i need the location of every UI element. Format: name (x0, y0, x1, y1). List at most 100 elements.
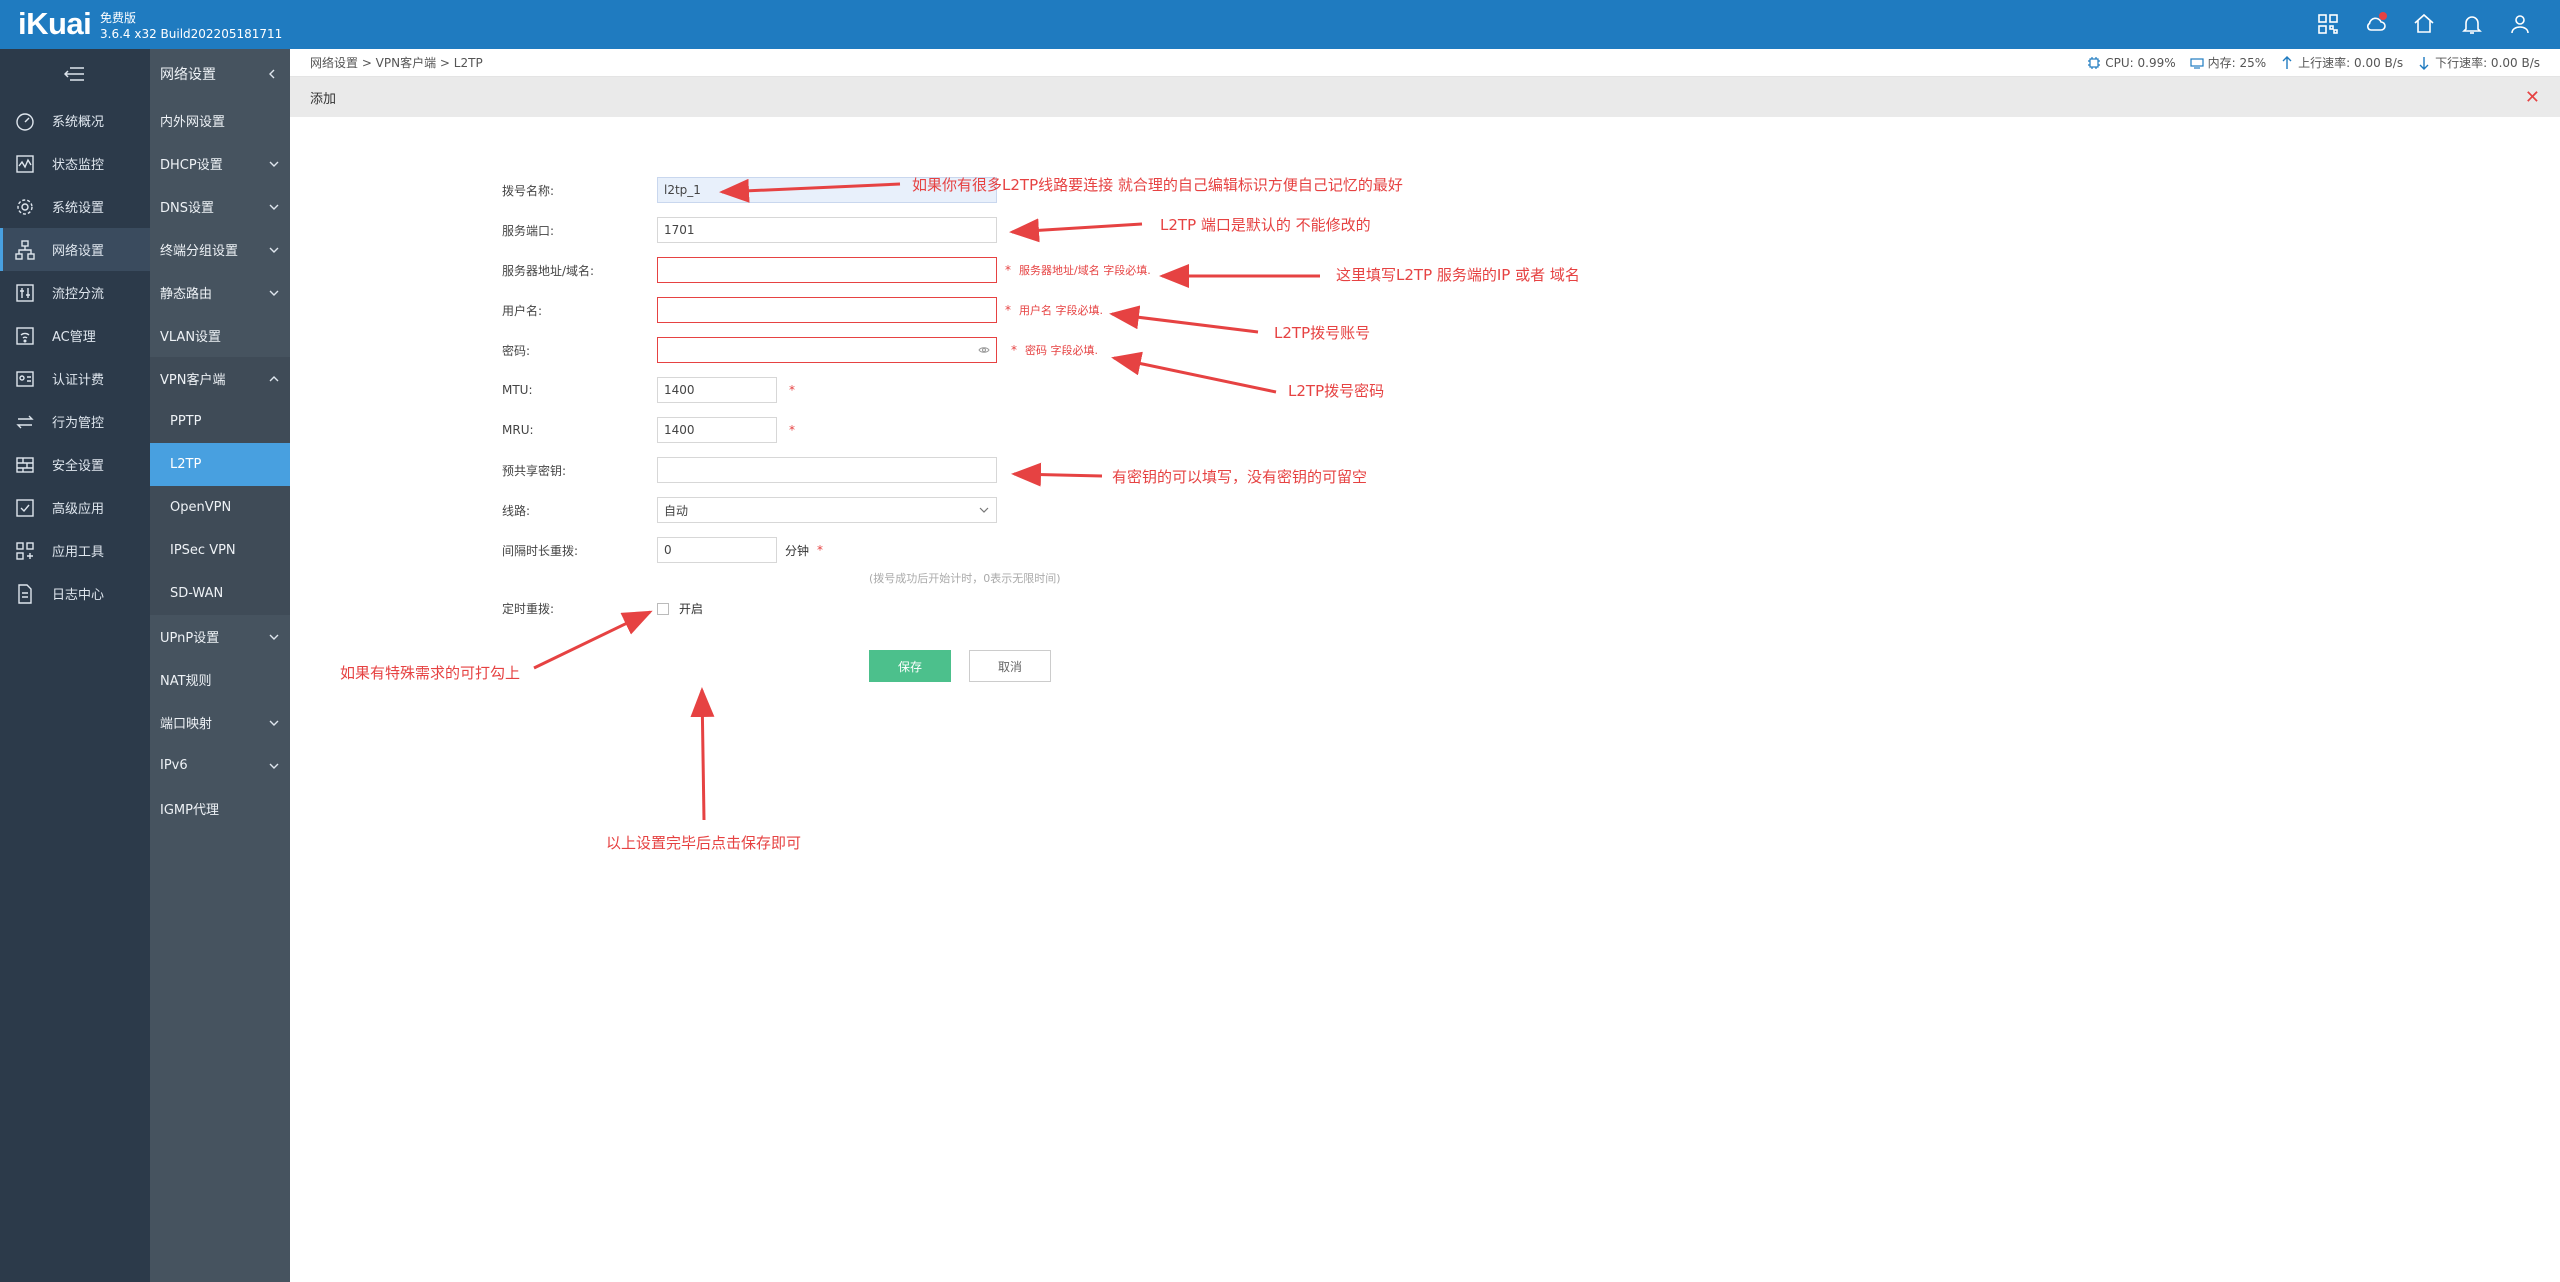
bell-icon[interactable] (2460, 12, 2484, 36)
subnav-item[interactable]: VPN客户端 (150, 357, 290, 400)
subnav-item-label: VLAN设置 (160, 330, 222, 345)
chevron-down-icon (269, 204, 279, 210)
subnav-item-label: 终端分组设置 (160, 244, 239, 259)
server-input[interactable] (657, 257, 997, 283)
row-timer: 定时重拨: 开启 (502, 600, 703, 617)
subnav-item-label: NAT规则 (160, 674, 212, 689)
nav-item-wifi[interactable]: AC管理 (0, 314, 150, 357)
status-bar: CPU: 0.99% 内存: 25% 上行速率: 0.00 B/s 下行速率: … (2087, 54, 2540, 71)
chevron-down-icon (269, 634, 279, 640)
nav-item-label: 流控分流 (52, 287, 105, 302)
line-select[interactable]: 自动 (657, 497, 997, 523)
subnav-item[interactable]: VLAN设置 (150, 314, 290, 357)
nav-item-label: 安全设置 (52, 459, 105, 474)
nav-item-id-card[interactable]: 认证计费 (0, 357, 150, 400)
row-psk: 预共享密钥: (502, 457, 997, 483)
port-input[interactable]: 1701 (657, 217, 997, 243)
psk-input[interactable] (657, 457, 997, 483)
required-star: * (1005, 303, 1011, 317)
close-icon[interactable]: ✕ (2525, 87, 2540, 108)
nav-item-label: 日志中心 (52, 588, 105, 603)
nav-item-firewall[interactable]: 安全设置 (0, 443, 150, 486)
id-card-icon (14, 368, 36, 390)
nav-item-gear[interactable]: 系统设置 (0, 185, 150, 228)
chevron-up-icon (269, 375, 279, 381)
label-mru: MRU: (502, 423, 534, 437)
arrow-up-icon (2282, 55, 2292, 69)
subnav-item-label: VPN客户端 (160, 373, 226, 388)
primary-nav: 系统概况 状态监控系统设置网络设置流控分流 AC管理 认证计费 行为管控安全设置高级应用… (0, 49, 150, 1282)
mru-input[interactable]: 1400 (657, 417, 777, 443)
collapse-left-icon[interactable] (266, 68, 278, 80)
row-mtu: MTU: 1400 * (502, 377, 795, 403)
breadcrumb: 网络设置 > VPN客户端 > L2TP (310, 56, 483, 70)
subnav-item-label: 端口映射 (160, 717, 213, 732)
label-dial-name: 拨号名称: (502, 183, 555, 198)
vpn-sub-item[interactable]: PPTP (150, 400, 290, 443)
check-box-icon (14, 497, 36, 519)
notification-dot (2379, 12, 2387, 20)
subnav-item[interactable]: DNS设置 (150, 185, 290, 228)
subnav-item[interactable]: 终端分组设置 (150, 228, 290, 271)
subnav-item-label: DHCP设置 (160, 158, 223, 173)
nav-item-exchange[interactable]: 行为管控 (0, 400, 150, 443)
subnav-item-label: UPnP设置 (160, 631, 220, 646)
nav-item-label: 系统设置 (52, 201, 105, 216)
subnav-item-label: DNS设置 (160, 201, 214, 216)
monitor-icon (14, 153, 36, 175)
dashboard-icon (14, 110, 36, 132)
annotation-password: L2TP拨号密码 (1288, 382, 1385, 400)
subnav-item[interactable]: UPnP设置 (150, 615, 290, 658)
annotation-username: L2TP拨号账号 (1274, 324, 1371, 342)
menu-toggle-icon[interactable] (0, 49, 150, 99)
subnav-item[interactable]: IGMP代理 (150, 787, 290, 830)
annotation-timer: 如果有特殊需求的可打勾上 (340, 664, 521, 682)
save-button[interactable]: 保存 (869, 650, 951, 682)
timer-checkbox[interactable] (657, 602, 669, 615)
subnav-item[interactable]: 静态路由 (150, 271, 290, 314)
username-input[interactable] (657, 297, 997, 323)
apps-icon (14, 540, 36, 562)
user-icon[interactable] (2508, 12, 2532, 36)
label-psk: 预共享密钥: (502, 463, 567, 478)
nav-item-monitor[interactable]: 状态监控 (0, 142, 150, 185)
home-icon[interactable] (2412, 12, 2436, 36)
cloud-icon[interactable] (2364, 12, 2388, 36)
nav-item-apps[interactable]: 应用工具 (0, 529, 150, 572)
vpn-sub-item[interactable]: IPSec VPN (150, 529, 290, 572)
cancel-button[interactable]: 取消 (969, 650, 1051, 682)
subnav-item[interactable]: DHCP设置 (150, 142, 290, 185)
password-input[interactable] (657, 337, 997, 363)
nav-item-network[interactable]: 网络设置 (0, 228, 150, 271)
subnav-item[interactable]: 内外网设置 (150, 99, 290, 142)
nav-item-check-box[interactable]: 高级应用 (0, 486, 150, 529)
annotation-name: 如果你有很多L2TP线路要连接 就合理的自己编辑标识方便自己记忆的最好 (912, 176, 1403, 194)
subnav-item[interactable]: 端口映射 (150, 701, 290, 744)
interval-hint: (拨号成功后开始计时，0表示无限时间) (869, 572, 1061, 585)
nav-item-sliders[interactable]: 流控分流 (0, 271, 150, 314)
label-mtu: MTU: (502, 383, 533, 397)
cpu-status: CPU: 0.99% (2087, 56, 2176, 70)
nav-item-document[interactable]: 日志中心 (0, 572, 150, 615)
gear-icon (14, 196, 36, 218)
vpn-sub-item[interactable]: SD-WAN (150, 572, 290, 615)
row-password: 密码: * 密码 字段必填. (502, 337, 1098, 363)
subnav-item-label: 内外网设置 (160, 115, 226, 130)
eye-icon[interactable] (978, 344, 990, 356)
timer-option-label: 开启 (679, 602, 704, 616)
label-username: 用户名: (502, 303, 543, 318)
secondary-nav-header[interactable]: 网络设置 (150, 49, 290, 99)
interval-input[interactable]: 0 (657, 537, 777, 563)
nav-item-dashboard[interactable]: 系统概况 (0, 99, 150, 142)
vpn-sub-item[interactable]: OpenVPN (150, 486, 290, 529)
logo: iKuai (18, 6, 92, 41)
mtu-input[interactable]: 1400 (657, 377, 777, 403)
wifi-icon (14, 325, 36, 347)
vpn-sub-item[interactable]: L2TP (150, 443, 290, 486)
subnav-item[interactable]: IPv6 (150, 744, 290, 787)
grid-icon[interactable] (2316, 12, 2340, 36)
subnav-item[interactable]: NAT规则 (150, 658, 290, 701)
memory-status: 内存: 25% (2190, 54, 2266, 71)
row-server: 服务器地址/域名: * 服务器地址/域名 字段必填. (502, 257, 1151, 283)
firewall-icon (14, 454, 36, 476)
